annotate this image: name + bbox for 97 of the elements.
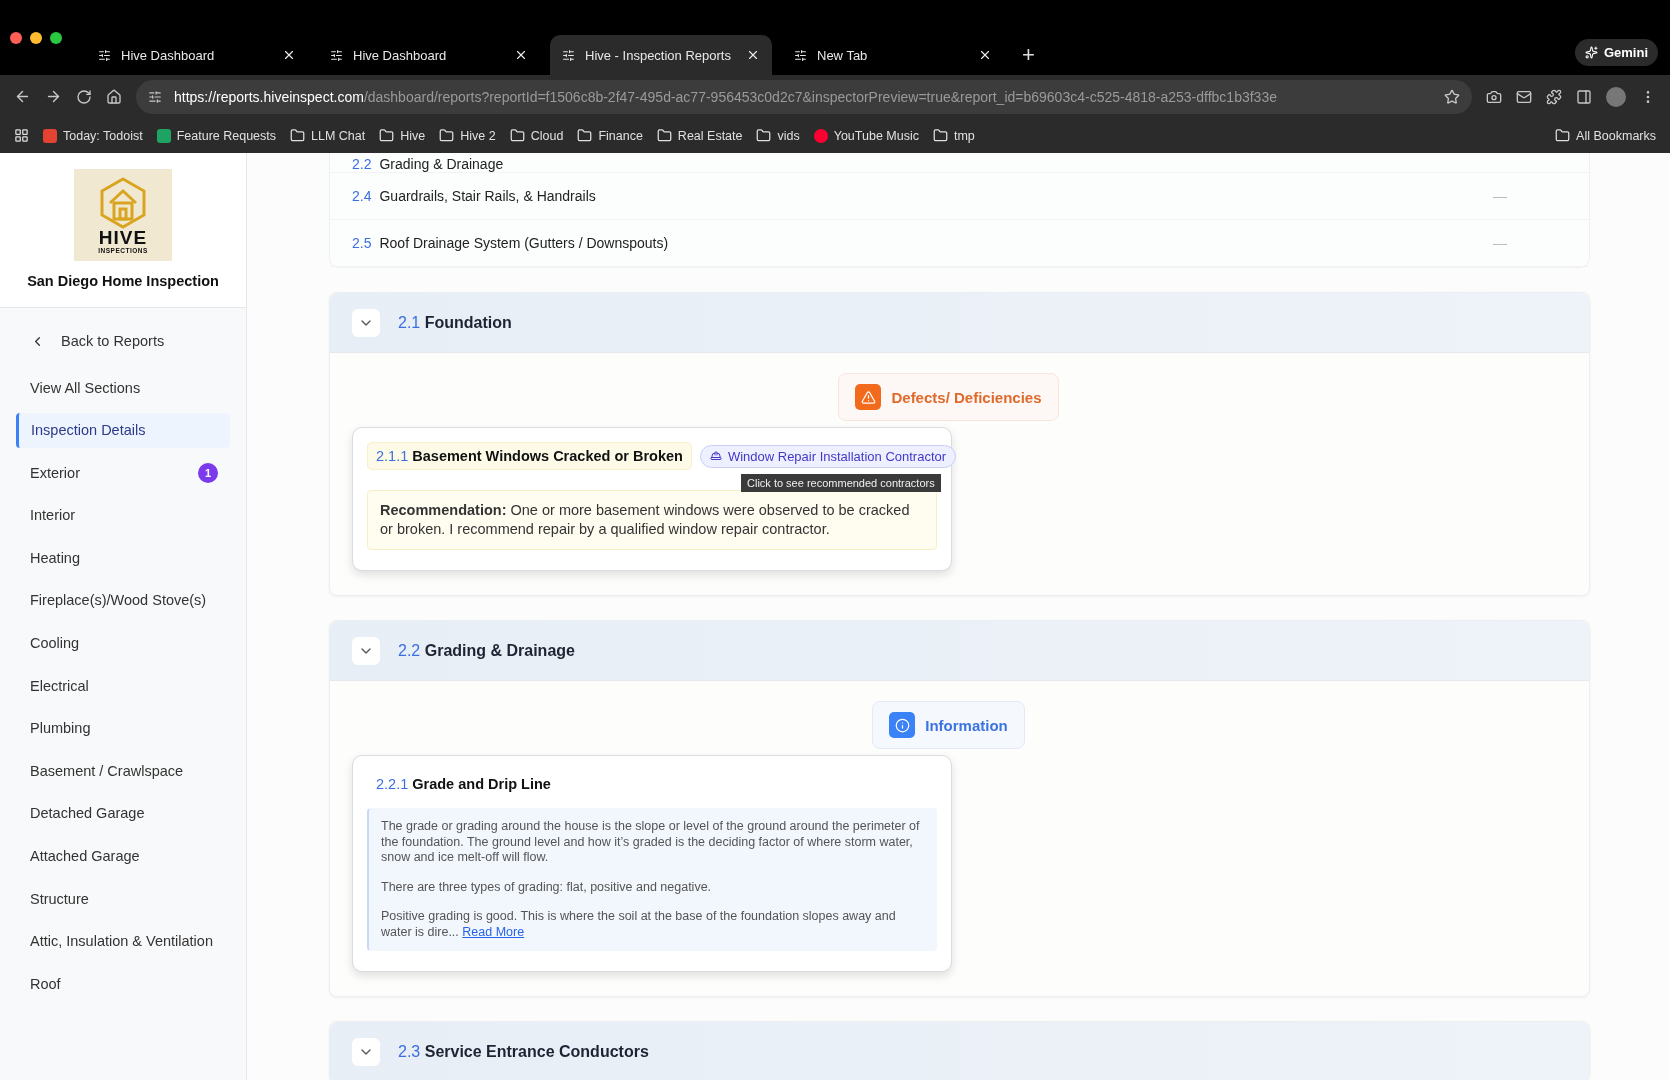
bookmark-item[interactable]: Real Estate — [656, 128, 743, 143]
browser-tab[interactable]: New Tab — [782, 35, 1004, 75]
sidebar-item[interactable]: Detached Garage — [16, 795, 230, 831]
home-icon[interactable] — [106, 88, 122, 105]
sidebar-item[interactable]: Cooling — [16, 625, 230, 661]
category-label: Defects/ Deficiencies — [838, 373, 1059, 421]
category-label: Information — [872, 701, 1025, 749]
comment-title: 2.1.1 Basement Windows Cracked or Broken — [367, 442, 692, 470]
count-badge: 1 — [198, 462, 218, 483]
section-title: 2.1 Foundation — [398, 313, 512, 332]
extensions-icon[interactable] — [1546, 88, 1562, 105]
browser-tab[interactable]: Hive - Inspection Reports — [550, 35, 772, 75]
house-icon — [100, 176, 146, 229]
summary-row[interactable]: 2.5 Roof Drainage System (Gutters / Downspouts) — — [330, 220, 1589, 267]
comment-paragraph: Positive grading is good. This is where the soil at the base of the foundation slopes away and water is dire... Read More — [381, 909, 897, 940]
tab-favicon-icon — [562, 48, 575, 62]
bookmark-item[interactable]: Cloud — [509, 128, 564, 143]
section-header[interactable]: 2.3 Service Entrance Conductors — [330, 1022, 1589, 1080]
back-icon[interactable] — [14, 88, 31, 105]
folder-icon — [379, 128, 395, 143]
section-header[interactable]: 2.1 Foundation — [330, 293, 1589, 353]
warning-icon — [855, 384, 882, 410]
summary-row[interactable]: 2.2 Grading & Drainage — [330, 153, 1589, 173]
section-title: 2.3 Service Entrance Conductors — [398, 1042, 649, 1061]
apps-icon[interactable] — [14, 128, 29, 143]
close-tab-icon[interactable] — [282, 48, 296, 62]
camera-icon[interactable] — [1486, 88, 1502, 105]
minimize-window-icon[interactable] — [30, 31, 42, 44]
sidebar-item[interactable]: Attic, Insulation & Ventilation — [16, 923, 230, 959]
tooltip: Click to see recommended contractors — [741, 474, 941, 492]
todoist-icon — [43, 128, 57, 143]
bookmark-item[interactable]: vids — [756, 128, 800, 143]
close-tab-icon[interactable] — [978, 48, 992, 62]
sparkle-icon — [1584, 46, 1598, 59]
close-tab-icon[interactable] — [514, 48, 528, 62]
address-bar[interactable]: https://reports.hiveinspect.com/dashboard/reports?reportId=f1506c8b-2f47-495d-ac77-956453c0d2c7&inspectorPreview=true&report_id=b69603c4-c525-4818-a253-dffbc1b3f33e — [136, 79, 1472, 114]
folder-icon — [1555, 128, 1571, 143]
bookmark-item[interactable]: Finance — [577, 128, 643, 143]
folder-icon — [290, 128, 306, 143]
comment-title: 2.2.1 Grade and Drip Line — [375, 775, 552, 794]
mail-icon[interactable] — [1516, 88, 1532, 105]
sidebar-item[interactable]: Structure — [16, 881, 230, 917]
sidebar-item[interactable]: Exterior 1 — [16, 455, 230, 491]
bookmark-item[interactable]: Hive — [379, 128, 426, 143]
bookmark-item[interactable]: LLM Chat — [290, 128, 366, 143]
folder-icon — [577, 128, 593, 143]
maximize-window-icon[interactable] — [50, 31, 62, 44]
comment-paragraph: The grade or grading around the house is the slope or level of the ground around the perimeter of the foundation. The ground level and how it’s graded is the deciding factor of where storm water, snow and ice melt-off will flow. — [381, 819, 921, 866]
close-tab-icon[interactable] — [746, 48, 760, 62]
all-bookmarks-item[interactable]: All Bookmarks — [1555, 128, 1656, 143]
sidebar-item[interactable]: Interior — [16, 497, 230, 533]
sidebar-item[interactable]: Basement / Crawlspace — [16, 753, 230, 789]
sidebar-item[interactable]: Roof — [16, 966, 230, 1002]
summary-row[interactable]: 2.4 Guardrails, Stair Rails, & Handrails — — [330, 173, 1589, 220]
hard-hat-icon — [709, 450, 722, 462]
sidebar-item[interactable]: Heating — [16, 540, 230, 576]
sidebar-item[interactable]: Electrical — [16, 668, 230, 704]
folder-icon — [509, 128, 525, 143]
sidebar-item[interactable]: Attached Garage — [16, 838, 230, 874]
reload-icon[interactable] — [76, 88, 92, 105]
contractor-button[interactable]: Window Repair Installation Contractor — [699, 444, 957, 468]
tab-favicon-icon — [330, 48, 343, 62]
browser-tab[interactable]: Hive Dashboard — [318, 35, 540, 75]
bookmark-item[interactable]: tmp — [932, 128, 975, 143]
close-window-icon[interactable] — [10, 31, 22, 44]
info-icon — [889, 712, 916, 738]
sidebar-item[interactable]: View All Sections — [16, 370, 230, 405]
bookmark-item[interactable]: Feature Requests — [156, 128, 277, 143]
tab-favicon-icon — [794, 48, 807, 62]
comment-paragraph: There are three types of grading: flat, positive and negative. — [381, 879, 713, 895]
section-header[interactable]: 2.2 Grading & Drainage — [330, 621, 1589, 681]
gemini-button[interactable]: Gemini — [1574, 39, 1658, 66]
bookmark-item[interactable]: Today: Todoist — [43, 128, 143, 143]
folder-icon — [439, 128, 455, 143]
read-more-link[interactable]: Read More — [462, 924, 525, 939]
folder-icon — [932, 128, 948, 143]
new-tab-button[interactable]: + — [1014, 35, 1043, 75]
star-icon[interactable] — [1444, 88, 1460, 105]
company-name: San Diego Home Inspection — [27, 273, 219, 289]
profile-avatar[interactable] — [1606, 86, 1626, 107]
sidebar-item[interactable]: Plumbing — [16, 710, 230, 746]
site-settings-icon[interactable] — [148, 89, 162, 104]
sidebar-item[interactable]: Fireplace(s)/Wood Stove(s) — [16, 582, 230, 618]
tab-favicon-icon — [98, 48, 111, 62]
folder-icon — [756, 128, 772, 143]
section-title: 2.2 Grading & Drainage — [398, 641, 575, 660]
comment-paragraph: Recommendation: One or more basement windows were observed to be cracked or broken. I recommend repair by a qualified window repair contractor. — [380, 501, 911, 539]
sidebar-item[interactable]: Inspection Details — [16, 412, 230, 448]
bookmark-item[interactable]: Hive 2 — [439, 128, 496, 143]
back-link[interactable]: Back to Reports — [0, 326, 246, 356]
bookmark-item[interactable]: YouTube Music — [813, 128, 919, 143]
folder-icon — [656, 128, 672, 143]
browser-tab[interactable]: Hive Dashboard — [86, 35, 308, 75]
spreadsheet-icon — [156, 128, 171, 143]
music-icon — [813, 128, 828, 143]
side-panel-icon[interactable] — [1576, 88, 1592, 105]
forward-icon[interactable] — [45, 88, 62, 105]
